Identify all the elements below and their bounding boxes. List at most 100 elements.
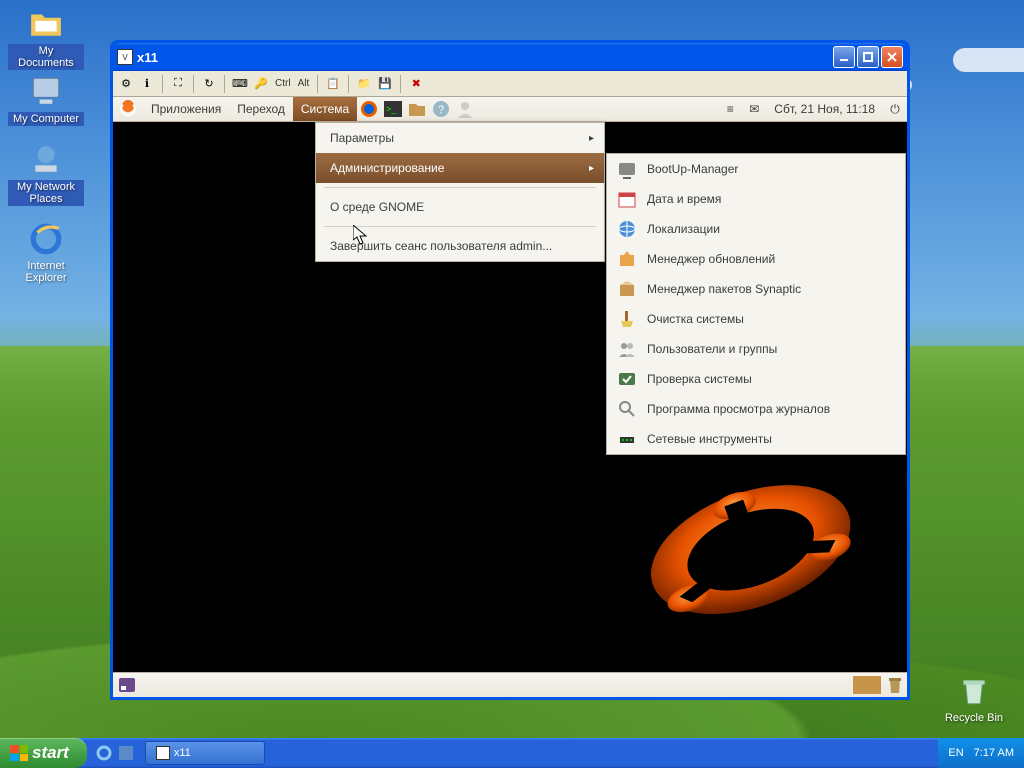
menu-item-label: Параметры — [330, 131, 394, 145]
submenu-label: Локализации — [647, 222, 720, 236]
titlebar[interactable]: V x11 — [113, 43, 907, 71]
submenu-system-testing[interactable]: Проверка системы — [607, 364, 905, 394]
toolbar-ctrl-key[interactable]: Ctrl — [273, 78, 293, 89]
ubuntu-logo-icon[interactable] — [117, 99, 139, 119]
toolbar-clipboard-icon[interactable]: 📋 — [324, 75, 342, 93]
submenu-log-viewer[interactable]: Программа просмотра журналов — [607, 394, 905, 424]
submenu-label: Дата и время — [647, 192, 721, 206]
menu-item-administration[interactable]: Администрирование ▸ — [316, 153, 604, 183]
icon-recycle-bin[interactable]: Recycle Bin — [936, 674, 1012, 724]
submenu-network-tools[interactable]: Сетевые инструменты — [607, 424, 905, 454]
submenu-users-groups[interactable]: Пользователи и группы — [607, 334, 905, 364]
windows-flag-icon — [10, 745, 28, 761]
close-button[interactable] — [881, 46, 903, 68]
toolbar-ctrlaltdel-icon[interactable]: ⌨ — [231, 75, 249, 93]
users-icon — [617, 339, 637, 359]
submenu-arrow-icon: ▸ — [589, 133, 594, 144]
ql-ie-icon[interactable] — [95, 743, 113, 763]
network-status-icon[interactable]: ≡ — [720, 100, 740, 118]
x11-window: V x11 ⚙ ℹ ⛶ ↻ ⌨ 🔑 Ctrl Alt 📋 📁 💾 ✖ Прило… — [110, 40, 910, 700]
show-desktop-icon[interactable] — [117, 676, 137, 694]
submenu-arrow-icon: ▸ — [589, 163, 594, 174]
remote-desktop: Приложения Переход Система >_ ? ≡ ✉ Сбт,… — [113, 97, 907, 697]
toolbar-info-icon[interactable]: ℹ — [138, 75, 156, 93]
menu-item-logout[interactable]: Завершить сеанс пользователя admin... — [316, 231, 604, 261]
toolbar-save-icon[interactable]: 💾 — [376, 75, 394, 93]
submenu-label: Очистка системы — [647, 312, 744, 326]
menu-separator — [324, 187, 596, 188]
submenu-label: Сетевые инструменты — [647, 432, 772, 446]
menu-item-label: Завершить сеанс пользователя admin... — [330, 239, 552, 253]
start-label: start — [32, 743, 69, 763]
shutdown-icon[interactable]: ⏻ — [885, 100, 905, 118]
computer-icon — [29, 74, 63, 108]
menu-item-about-gnome[interactable]: О среде GNOME — [316, 192, 604, 222]
ubuntu-wallpaper-logo — [627, 477, 887, 657]
ql-show-desktop-icon[interactable] — [117, 743, 135, 763]
submenu-update-manager[interactable]: Менеджер обновлений — [607, 244, 905, 274]
tray-language[interactable]: EN — [948, 747, 963, 759]
gnome-top-panel: Приложения Переход Система >_ ? ≡ ✉ Сбт,… — [113, 97, 907, 122]
minimize-button[interactable] — [833, 46, 855, 68]
network-tool-icon — [617, 429, 637, 449]
menu-places[interactable]: Переход — [229, 97, 293, 121]
submenu-label: BootUp-Manager — [647, 162, 738, 176]
submenu-system-cleanup[interactable]: Очистка системы — [607, 304, 905, 334]
xp-taskbar: start V x11 EN 7:17 AM — [0, 738, 1024, 768]
magnifier-icon — [617, 399, 637, 419]
terminal-icon[interactable]: >_ — [383, 100, 403, 118]
tray-clock[interactable]: 7:17 AM — [974, 747, 1014, 759]
calendar-icon — [617, 189, 637, 209]
submenu-bootup-manager[interactable]: BootUp-Manager — [607, 154, 905, 184]
gnome-bottom-panel — [113, 672, 907, 697]
user-icon[interactable] — [455, 100, 475, 118]
submenu-label: Менеджер пакетов Synaptic — [647, 282, 801, 296]
quick-launch — [87, 743, 143, 763]
submenu-localizations[interactable]: Локализации — [607, 214, 905, 244]
toolbar-options-icon[interactable]: ⚙ — [117, 75, 135, 93]
ie-icon — [29, 222, 63, 256]
menu-separator — [324, 226, 596, 227]
check-icon — [617, 369, 637, 389]
mail-icon[interactable]: ✉ — [744, 100, 764, 118]
window-title: x11 — [137, 50, 833, 65]
broom-icon — [617, 309, 637, 329]
panel-clock[interactable]: Сбт, 21 Ноя, 11:18 — [766, 102, 883, 116]
icon-my-documents[interactable]: My Documents — [8, 6, 84, 70]
submenu-synaptic[interactable]: Менеджер пакетов Synaptic — [607, 274, 905, 304]
start-button[interactable]: start — [0, 738, 87, 768]
trash-panel-icon[interactable] — [885, 676, 905, 694]
workspace-switcher[interactable] — [853, 676, 881, 694]
vnc-icon: V — [117, 49, 133, 65]
globe-icon — [617, 219, 637, 239]
toolbar-send-keys-icon[interactable]: 🔑 — [252, 75, 270, 93]
submenu-date-time[interactable]: Дата и время — [607, 184, 905, 214]
svg-text:>_: >_ — [386, 104, 397, 114]
toolbar-alt-key[interactable]: Alt — [296, 78, 312, 89]
icon-my-network-places[interactable]: My Network Places — [8, 142, 84, 206]
recycle-bin-icon — [957, 674, 991, 708]
icon-my-computer[interactable]: My Computer — [8, 74, 84, 126]
bootup-icon — [617, 159, 637, 179]
taskbar-item-label: x11 — [174, 747, 191, 759]
menu-applications[interactable]: Приложения — [143, 97, 229, 121]
help-icon[interactable]: ? — [431, 100, 451, 118]
package-icon — [617, 279, 637, 299]
toolbar-file-transfer-icon[interactable]: 📁 — [355, 75, 373, 93]
maximize-button[interactable] — [857, 46, 879, 68]
icon-internet-explorer[interactable]: Internet Explorer — [8, 222, 84, 284]
file-manager-icon[interactable] — [407, 100, 427, 118]
firefox-icon[interactable] — [359, 100, 379, 118]
icon-label: Recycle Bin — [936, 712, 1012, 724]
icon-label: My Documents — [8, 44, 84, 70]
toolbar-disconnect-icon[interactable]: ✖ — [407, 75, 425, 93]
update-icon — [617, 249, 637, 269]
folder-icon — [29, 6, 63, 40]
taskbar-item-x11[interactable]: V x11 — [145, 741, 265, 765]
menu-system[interactable]: Система — [293, 97, 357, 121]
menu-item-preferences[interactable]: Параметры ▸ — [316, 123, 604, 153]
submenu-label: Менеджер обновлений — [647, 252, 775, 266]
system-tray: EN 7:17 AM — [938, 738, 1024, 768]
toolbar-fullscreen-icon[interactable]: ⛶ — [169, 75, 187, 93]
toolbar-refresh-icon[interactable]: ↻ — [200, 75, 218, 93]
